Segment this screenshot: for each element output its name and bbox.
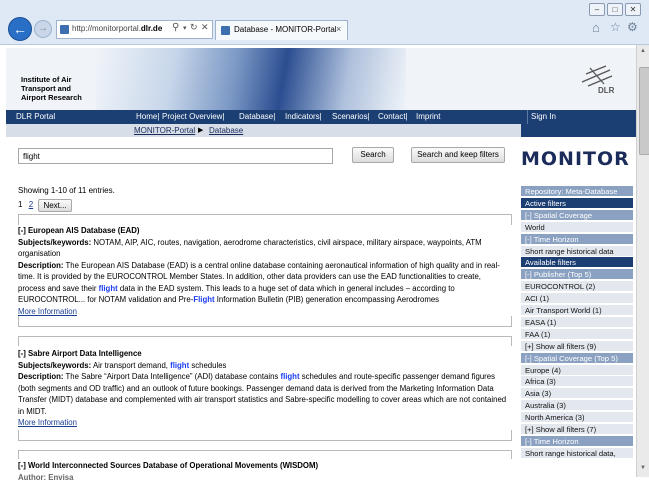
settings-gear-icon[interactable]: ⚙ [627,20,638,34]
filter-item[interactable]: Short range historical data, [521,448,633,459]
tab-close-icon[interactable]: × [336,24,341,34]
address-bar[interactable]: http://monitorportal.dlr.de ⚲ ▾ ↻ ✕ [56,20,213,39]
nav-database[interactable]: Database| [239,112,275,121]
dropdown-icon[interactable]: ▾ [183,24,187,32]
scrollbar-thumb[interactable] [639,67,649,155]
filter-item[interactable]: World [521,222,633,233]
minimize-icon[interactable]: – [589,3,605,16]
search-input[interactable] [18,148,333,164]
result-subjects: Subjects/keywords: Air transport demand,… [18,360,510,372]
more-information-link[interactable]: More Information [18,417,510,429]
result-description: Description: The Sabre “Airport Data Int… [18,371,510,417]
page-2-link[interactable]: 2 [29,200,33,209]
page-1[interactable]: 1 [18,200,22,209]
filter-item[interactable]: ACI (1) [521,293,633,304]
breadcrumb-arrow-icon: ▶ [198,126,203,134]
filter-item[interactable]: EASA (1) [521,317,633,328]
scroll-down-icon[interactable]: ▼ [640,465,646,471]
filter-section-header: Active filters [521,198,633,209]
filter-group-header[interactable]: [-] Time Horizon [521,234,633,245]
result-top-border [18,214,512,225]
pagination: 1 2 [18,200,33,209]
monitor-logo: MONITOR [521,148,630,170]
dlr-logo[interactable]: DLR [576,60,621,100]
next-page-button[interactable]: Next... [38,199,72,212]
filter-group-header[interactable]: [-] Time Horizon [521,436,633,447]
scroll-up-icon[interactable]: ▲ [640,48,646,54]
filter-item[interactable]: [+] Show all filters (9) [521,341,633,352]
search-keep-filters-button[interactable]: Search and keep filters [411,147,505,163]
filter-item[interactable]: Africa (3) [521,376,633,387]
result-top-border [18,450,512,459]
results-summary: Showing 1-10 of 11 entries. [18,186,115,195]
result-item: [-] Sabre Airport Data Intelligence Subj… [18,348,510,429]
maximize-icon[interactable]: □ [607,3,623,16]
breadcrumb: MONITOR-Portal ▶ Database [6,124,636,137]
dlr-logo-text: DLR [598,86,614,95]
result-item: [-] European AIS Database (EAD) Subjects… [18,225,510,317]
stop-icon[interactable]: ✕ [201,22,209,33]
tab-favicon-icon [221,26,230,35]
filter-item[interactable]: Air Transport World (1) [521,305,633,316]
filter-item[interactable]: Australia (3) [521,400,633,411]
filter-section-header: Available filters [521,257,633,268]
favorites-star-icon[interactable]: ☆ [610,20,621,34]
filter-group-header[interactable]: Repository: Meta-Database [521,186,633,197]
tab-title: Database - MONITOR-Portal [234,25,337,34]
banner-image [96,48,406,110]
vertical-scrollbar[interactable]: ▲ ▼ [636,45,649,477]
filter-item[interactable]: Europe (4) [521,365,633,376]
institute-name: Institute of Air Transport and Airport R… [21,75,82,102]
nav-project-overview[interactable]: Project Overview| [162,112,225,121]
breadcrumb-database-link[interactable]: Database [209,126,243,135]
nav-imprint[interactable]: Imprint [416,112,440,121]
result-top-border [18,336,512,346]
filter-item[interactable]: Short range historical data [521,246,633,257]
breadcrumb-right-block [521,124,636,137]
result-author: Author: Envisa [18,472,510,483]
close-window-icon[interactable]: ✕ [625,3,641,16]
result-title[interactable]: [-] Sabre Airport Data Intelligence [18,348,510,360]
nav-dlr-portal[interactable]: DLR Portal [16,112,55,121]
breadcrumb-portal-link[interactable]: MONITOR-Portal [134,126,195,135]
result-description: Description: The European AIS Database (… [18,260,510,306]
result-bottom-border [18,316,512,327]
nav-scenarios[interactable]: Scenarios| [332,112,370,121]
nav-indicators[interactable]: Indicators| [285,112,322,121]
refresh-icon[interactable]: ↻ [190,22,198,33]
nav-home[interactable]: Home| [136,112,159,121]
browser-tab[interactable]: Database - MONITOR-Portal × [215,20,348,40]
filter-item[interactable]: FAA (1) [521,329,633,340]
main-navigation: DLR Portal Home| Project Overview| Datab… [6,110,636,124]
result-subjects: Subjects/keywords: NOTAM, AIP, AIC, rout… [18,237,510,260]
filter-group-header[interactable]: [-] Spatial Coverage (Top 5) [521,353,633,364]
filter-item[interactable]: North America (3) [521,412,633,423]
back-arrow-icon[interactable]: ← [8,17,32,41]
sign-in-link[interactable]: Sign In [531,112,556,121]
result-bottom-border [18,430,512,441]
result-title[interactable]: [-] European AIS Database (EAD) [18,225,510,237]
filter-item[interactable]: EUROCONTROL (2) [521,281,633,292]
filter-group-header[interactable]: [-] Publisher (Top 5) [521,269,633,280]
nav-divider [527,110,528,124]
search-button[interactable]: Search [352,147,394,163]
result-title[interactable]: [-] World Interconnected Sources Databas… [18,460,510,472]
site-banner: Institute of Air Transport and Airport R… [6,48,636,110]
site-favicon-icon [60,25,69,34]
search-icon[interactable]: ⚲ [172,22,179,33]
filter-item[interactable]: Asia (3) [521,388,633,399]
forward-arrow-icon[interactable]: → [34,20,52,38]
filter-item[interactable]: [+] Show all filters (7) [521,424,633,435]
browser-toolbar: – □ ✕ ← → http://monitorportal.dlr.de ⚲ … [0,0,649,45]
home-icon[interactable]: ⌂ [592,20,600,35]
nav-contact[interactable]: Contact| [378,112,408,121]
filter-group-header[interactable]: [-] Spatial Coverage [521,210,633,221]
result-item: [-] World Interconnected Sources Databas… [18,460,510,483]
address-url: http://monitorportal.dlr.de [72,24,162,33]
